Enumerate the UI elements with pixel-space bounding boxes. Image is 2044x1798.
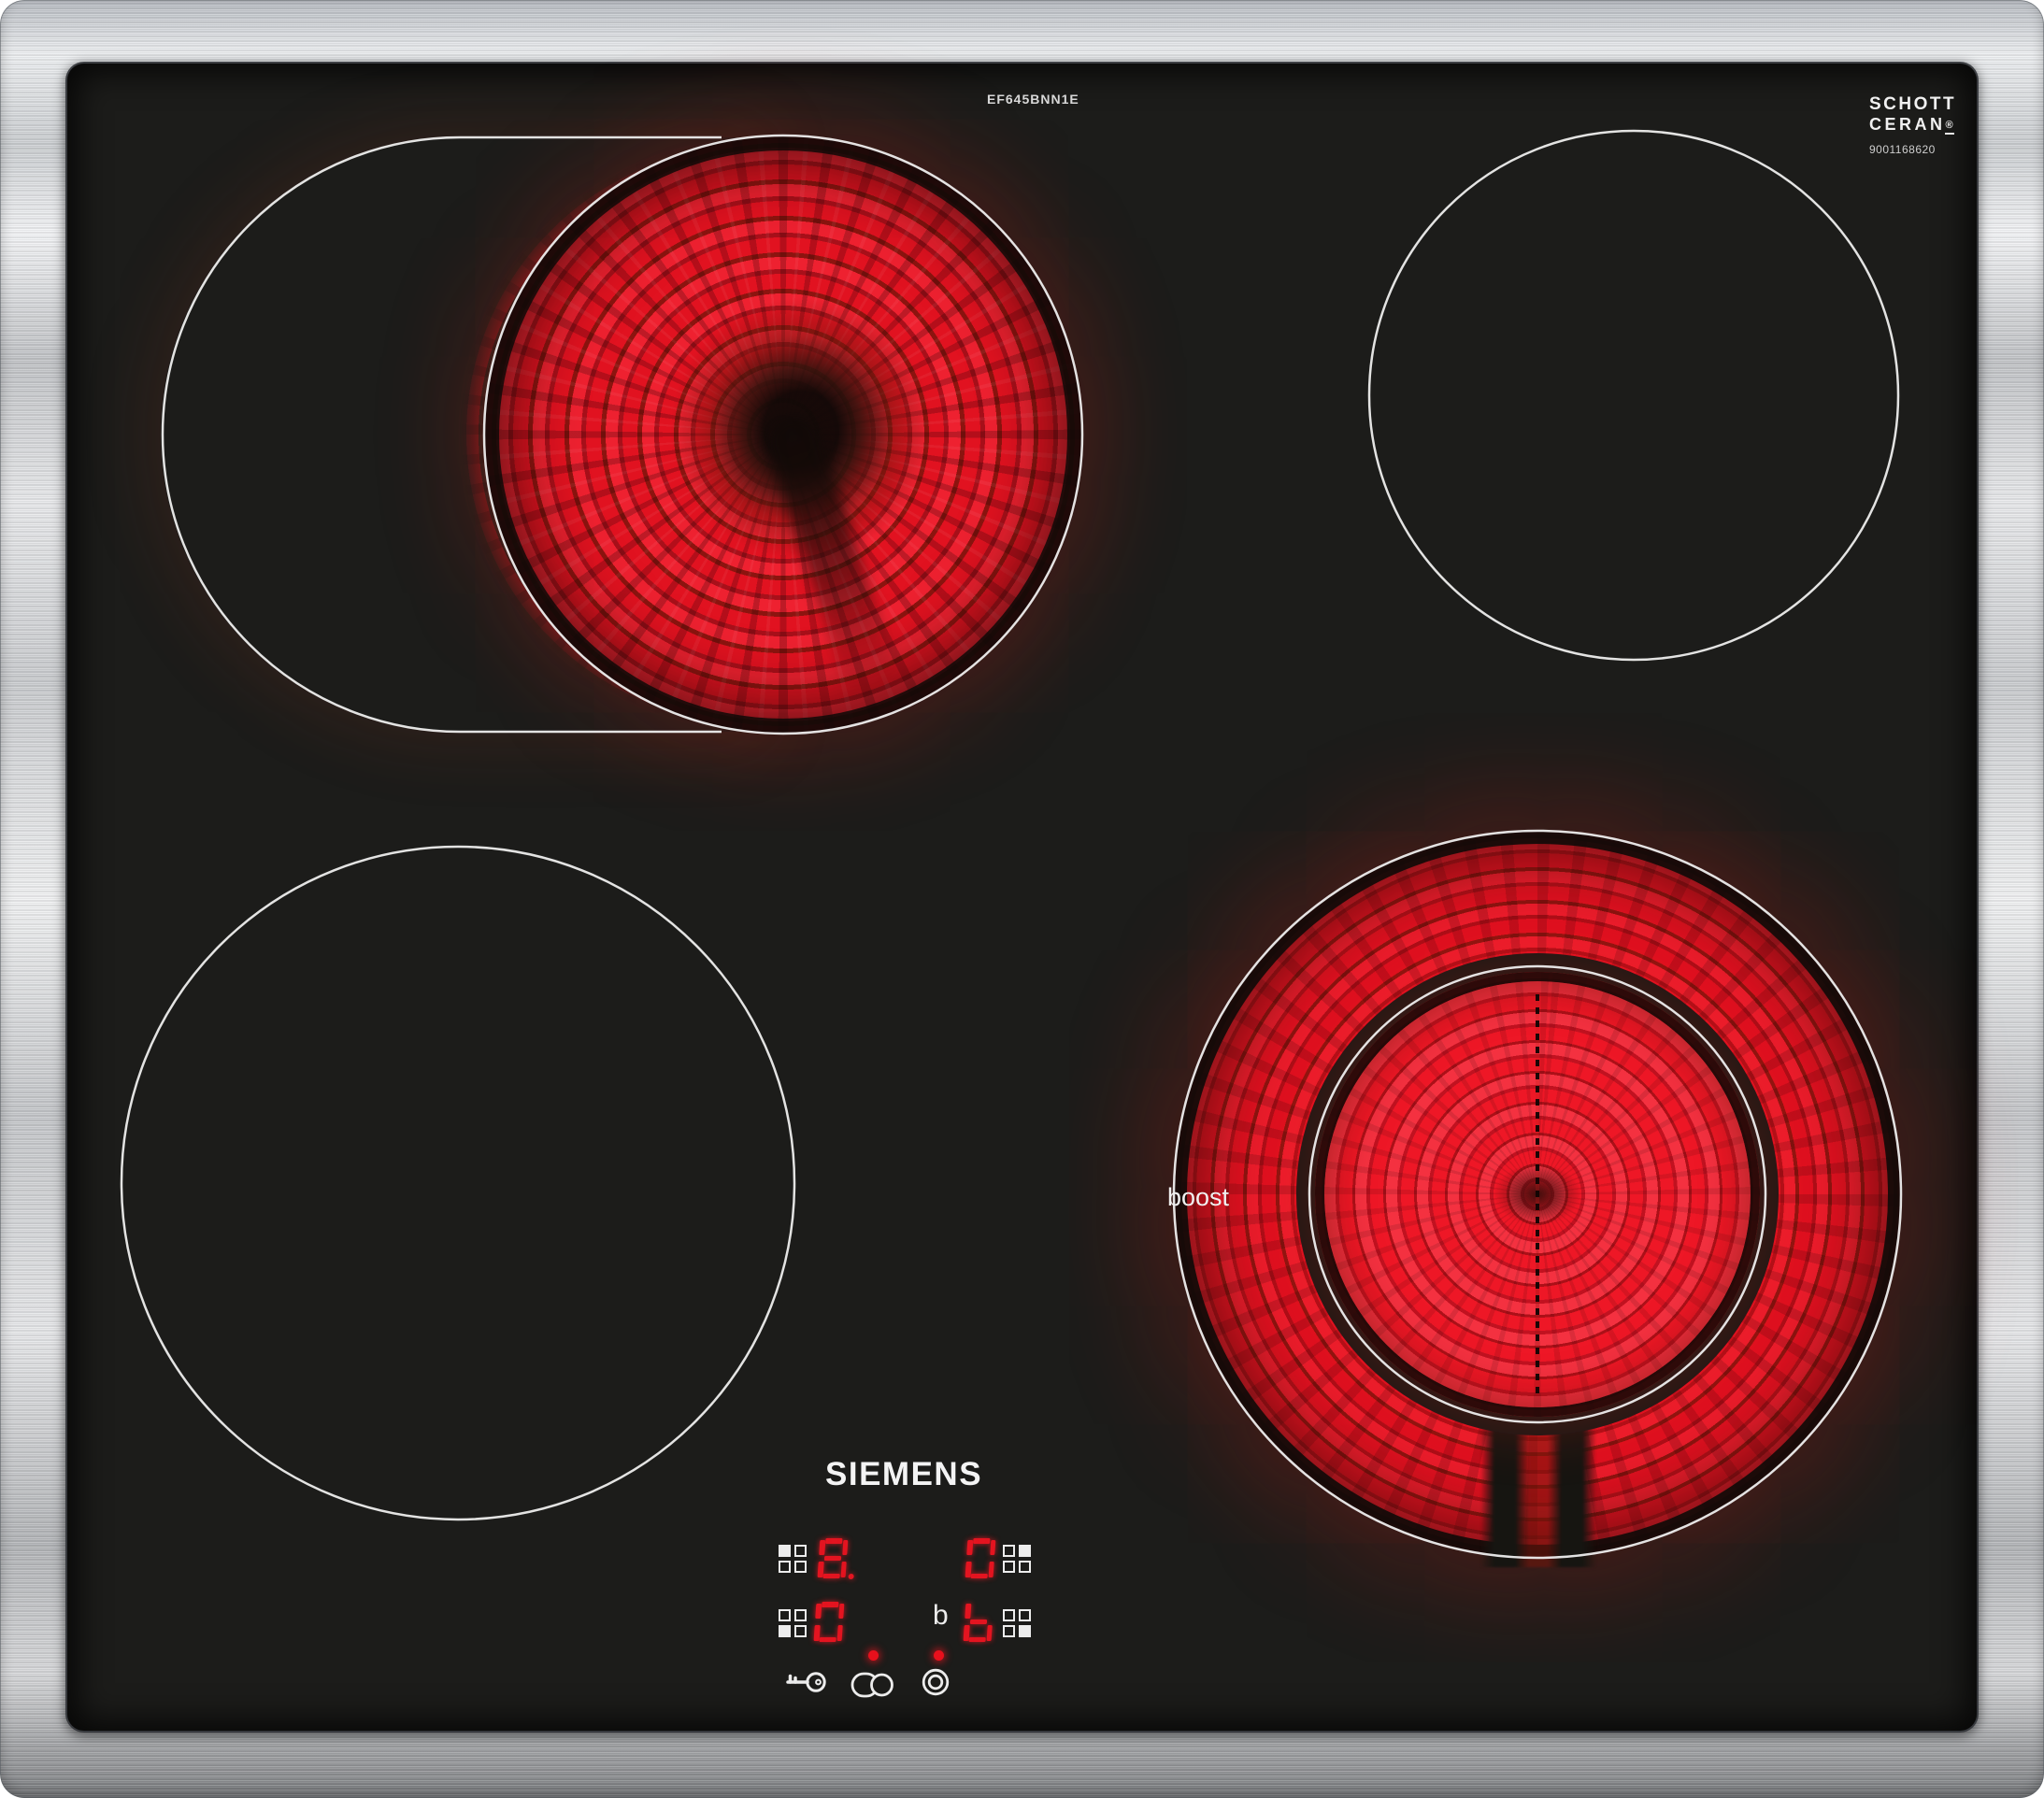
- segment-f: [815, 1604, 822, 1620]
- child-lock-key-icon[interactable]: [785, 1666, 828, 1698]
- grid-cell-tr: [1019, 1609, 1031, 1621]
- grid-cell-tl: [1003, 1609, 1015, 1621]
- segment-g: [970, 1620, 987, 1625]
- grid-cell-bl: [1003, 1561, 1015, 1573]
- segment-f: [966, 1540, 973, 1556]
- segment-c: [986, 1625, 993, 1641]
- segment-e: [965, 1562, 972, 1577]
- segment-a: [825, 1538, 842, 1544]
- indicator-led-right: [934, 1650, 944, 1661]
- cooktop-steel-frame: EF645BNN1E SCHOTT CERAN® 9001168620 SIEM…: [0, 0, 2044, 1798]
- zone-indicator-grid-rear-left: [779, 1545, 807, 1573]
- schott-ceran-logo: SCHOTT CERAN® 9001168620: [1869, 95, 1972, 155]
- segment-d: [968, 1637, 985, 1643]
- schott-line: SCHOTT: [1869, 95, 1972, 114]
- segment-e: [818, 1562, 824, 1577]
- segment-b: [838, 1604, 845, 1620]
- segment-g: [824, 1556, 841, 1562]
- segment-e: [964, 1625, 970, 1641]
- grid-cell-bl: [779, 1561, 791, 1573]
- segment-d: [819, 1637, 836, 1643]
- front-right-inner-heater-glow: [1315, 972, 1760, 1417]
- power-level-display-rear-right: [965, 1538, 995, 1578]
- power-level-display-front-left: [813, 1602, 844, 1642]
- grid-cell-tl: [779, 1545, 791, 1557]
- boost-prefix-letter: b: [933, 1600, 949, 1632]
- zone-extension-icon[interactable]: [850, 1671, 893, 1699]
- grid-cell-tl: [779, 1609, 791, 1621]
- segment-e: [814, 1625, 821, 1641]
- segment-f: [965, 1604, 971, 1620]
- power-level-display-rear-left: [817, 1538, 848, 1578]
- grid-cell-bl: [1003, 1625, 1015, 1637]
- registered-mark: ®: [1946, 120, 1953, 131]
- boost-label: boost: [1167, 1183, 1229, 1212]
- grid-cell-tl: [1003, 1545, 1015, 1557]
- segment-d: [970, 1574, 987, 1579]
- zone-indicator-grid-rear-right: [1003, 1545, 1031, 1573]
- segment-c: [988, 1562, 994, 1577]
- segment-b: [990, 1540, 996, 1556]
- grid-cell-br: [1019, 1625, 1031, 1637]
- segment-f: [819, 1540, 825, 1556]
- grid-cell-br: [794, 1561, 807, 1573]
- grid-cell-tr: [794, 1545, 807, 1557]
- serial-code: 9001168620: [1869, 144, 1972, 156]
- model-number: EF645BNN1E: [987, 92, 1079, 107]
- segment-a: [973, 1538, 990, 1544]
- segment-c: [840, 1562, 847, 1577]
- segment-a: [822, 1602, 838, 1607]
- grid-cell-br: [794, 1625, 807, 1637]
- grid-cell-br: [1019, 1561, 1031, 1573]
- segment-c: [836, 1625, 843, 1641]
- grid-cell-tr: [794, 1609, 807, 1621]
- grid-cell-tr: [1019, 1545, 1031, 1557]
- indicator-led-left: [868, 1650, 879, 1661]
- dual-circuit-icon[interactable]: [920, 1666, 951, 1698]
- ceran-line: CERAN®: [1869, 116, 1972, 134]
- rear-left-main-heater-glow: [484, 136, 1082, 734]
- grid-cell-bl: [779, 1625, 791, 1637]
- segment-d: [822, 1574, 839, 1579]
- zone-indicator-grid-front-left: [779, 1609, 807, 1637]
- zone-indicator-grid-front-right: [1003, 1609, 1031, 1637]
- power-level-display-front-right: [963, 1602, 993, 1642]
- siemens-logo: SIEMENS: [825, 1456, 982, 1493]
- segment-b: [842, 1540, 849, 1556]
